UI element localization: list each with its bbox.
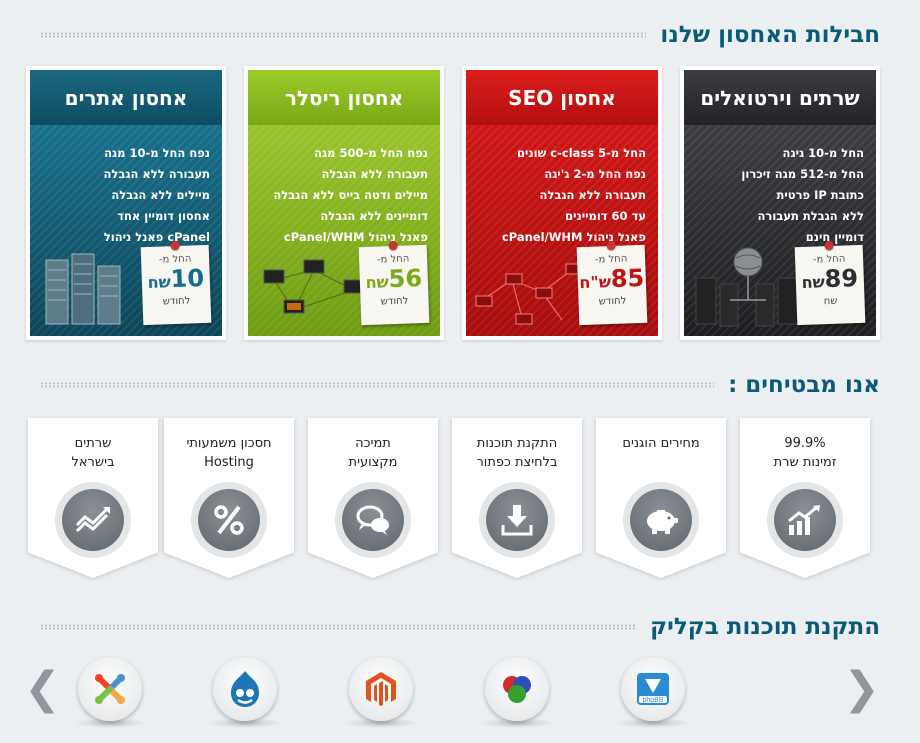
joomla-logo	[95, 674, 125, 704]
plan-card-reseller-hosting[interactable]: אחסון ריסלר נפח החל מ-500 מגה תעבורה ללא…	[244, 66, 444, 340]
promise-line2: בישראל	[71, 455, 115, 470]
plan-feature: נפח החל מ-500 מגה	[314, 146, 428, 160]
promise-one-click-install: התקנת תוכנות בלחיצת כפתור	[452, 418, 582, 578]
price-currency: ש"ח	[579, 272, 612, 293]
promise-title: אנו מבטיחים :	[728, 372, 880, 398]
price-amount: 56	[388, 264, 423, 294]
plan-features: החל מ-10 גיגה החל מ-512 מגה זיכרון כתובת…	[692, 143, 864, 248]
plan-feature: החל מ-512 מגה זיכרון	[741, 167, 864, 181]
plan-feature: החל מ-10 גיגה	[782, 146, 864, 160]
network-illustration	[475, 263, 583, 325]
promise-support: תמיכה מקצועית	[308, 418, 438, 578]
promise-savings: חסכון משמעותי Hosting	[164, 418, 294, 578]
price-amount: 85	[610, 263, 645, 294]
promise-line1: חסכון משמעותי	[186, 436, 272, 451]
promise-line1: התקנת תוכנות	[476, 436, 558, 451]
plan-feature: דומיינים ללא הגבלה	[320, 209, 428, 223]
plan-features: נפח החל מ-10 מגה תעבורה ללא הגבלה מיילים…	[38, 143, 210, 248]
magento-icon[interactable]	[349, 657, 413, 721]
drupal-icon[interactable]	[213, 657, 277, 721]
price-currency: שח	[147, 272, 172, 292]
spheres-icon[interactable]	[485, 657, 549, 721]
promise-uptime: 99.9% זמינות שרת	[740, 418, 870, 578]
promise-section-header: אנו מבטיחים :	[40, 370, 880, 400]
plan-feature: ללא הגבלת תעבורה	[757, 209, 864, 223]
plan-feature: אחסון דומיין אחד	[117, 209, 210, 223]
download-icon	[501, 505, 533, 536]
phpbb-logo: phpBB	[637, 673, 669, 705]
drupal-logo	[231, 671, 259, 707]
laptops-illustration	[263, 259, 365, 314]
joomla-icon[interactable]	[78, 657, 142, 721]
promise-fair-prices: מחירים הוגנים	[596, 418, 726, 578]
promise-line2: Hosting	[204, 455, 254, 470]
price-note: החל מ- 10שח לחודש	[140, 244, 212, 326]
price-value: 89שח	[795, 264, 864, 297]
plan-feature: תעבורה ללא הגבלה	[321, 167, 428, 181]
price-note: החל מ- 85ש"ח לחודש	[576, 244, 648, 326]
price-currency: שח	[801, 272, 826, 292]
promise-line1: שרתים	[74, 436, 112, 451]
promise-line2: בלחיצת כפתור	[476, 455, 558, 470]
promise-servers-israel: שרתים בישראל	[28, 418, 158, 578]
promise-line2: זמינות שרת	[773, 455, 837, 470]
carousel-prev-arrow[interactable]: ❯	[24, 665, 61, 713]
chart-up-icon	[788, 505, 820, 535]
plan-card-website-hosting[interactable]: אחסון אתרים נפח החל מ-10 מגה תעבורה ללא …	[26, 66, 226, 340]
magento-logo	[366, 672, 396, 706]
plan-features: נפח החל מ-500 מגה תעבורה ללא הגבלה מיילי…	[256, 143, 428, 248]
dotted-divider	[40, 32, 647, 38]
plan-card-seo-hosting[interactable]: אחסון SEO החל מ-5 c-class שונים נפח החל …	[462, 66, 662, 340]
plan-feature: תעבורה ללא הגבלה	[103, 167, 210, 181]
promise-line1: תמיכה	[355, 436, 391, 451]
phpbb-icon[interactable]: phpBB	[621, 657, 685, 721]
carousel-next-arrow[interactable]: ❮	[843, 665, 880, 713]
plan-title: אחסון ריסלר	[248, 70, 440, 125]
plan-feature: מיילים ללא הגבלה	[111, 188, 210, 202]
price-currency: שח	[365, 272, 390, 292]
chat-bubbles-icon	[356, 505, 389, 535]
spheres-logo	[503, 676, 531, 703]
plan-feature: תעבורה ללא הגבלה	[539, 188, 646, 202]
plans-title: חבילות האחסון שלנו	[660, 22, 880, 48]
promise-line1: 99.9%	[784, 436, 826, 451]
apps-section-header: התקנת תוכנות בקליק	[40, 612, 880, 642]
plan-features: החל מ-5 c-class שונים נפח החל מ-2 ג'יגה …	[474, 143, 646, 248]
dotted-divider	[40, 382, 715, 388]
plan-feature: נפח החל מ-10 מגה	[104, 146, 210, 160]
plan-feature: מיילים ודטה בייס ללא הגבלה	[273, 188, 428, 202]
price-value: 85ש"ח	[577, 264, 646, 297]
server-racks-illustration	[45, 253, 121, 325]
apps-title: התקנת תוכנות בקליק	[650, 614, 880, 640]
plan-title: אחסון אתרים	[30, 70, 222, 125]
server-globe-illustration	[695, 247, 799, 327]
plan-feature: עד 60 דומיינים	[565, 209, 646, 223]
price-value: 10שח	[141, 264, 210, 297]
promise-line2: מקצועית	[348, 455, 398, 470]
promise-line1: מחירים הוגנים	[622, 436, 700, 451]
plans-section-header: חבילות האחסון שלנו	[40, 20, 880, 50]
price-note: החל מ- 56שח לחודש	[358, 244, 430, 326]
price-amount: 89	[824, 264, 859, 294]
plan-feature: כתובת IP פרטית	[776, 188, 864, 202]
dotted-divider	[40, 624, 637, 630]
percent-icon	[214, 505, 244, 535]
price-note: החל מ- 89שח שח	[794, 244, 866, 326]
plan-feature: נפח החל מ-2 ג'יגה	[544, 167, 646, 181]
piggy-bank-icon	[647, 510, 678, 534]
price-amount: 10	[170, 264, 205, 294]
phpbb-label: phpBB	[642, 697, 663, 704]
plan-title: שרתים וירטואלים	[684, 70, 876, 125]
plan-feature: החל מ-5 c-class שונים	[517, 146, 646, 160]
plan-card-virtual-servers[interactable]: שרתים וירטואלים החל מ-10 גיגה החל מ-512 …	[680, 66, 880, 340]
plan-title: אחסון SEO	[466, 70, 658, 125]
price-value: 56שח	[359, 264, 428, 297]
trend-icon	[75, 507, 110, 533]
